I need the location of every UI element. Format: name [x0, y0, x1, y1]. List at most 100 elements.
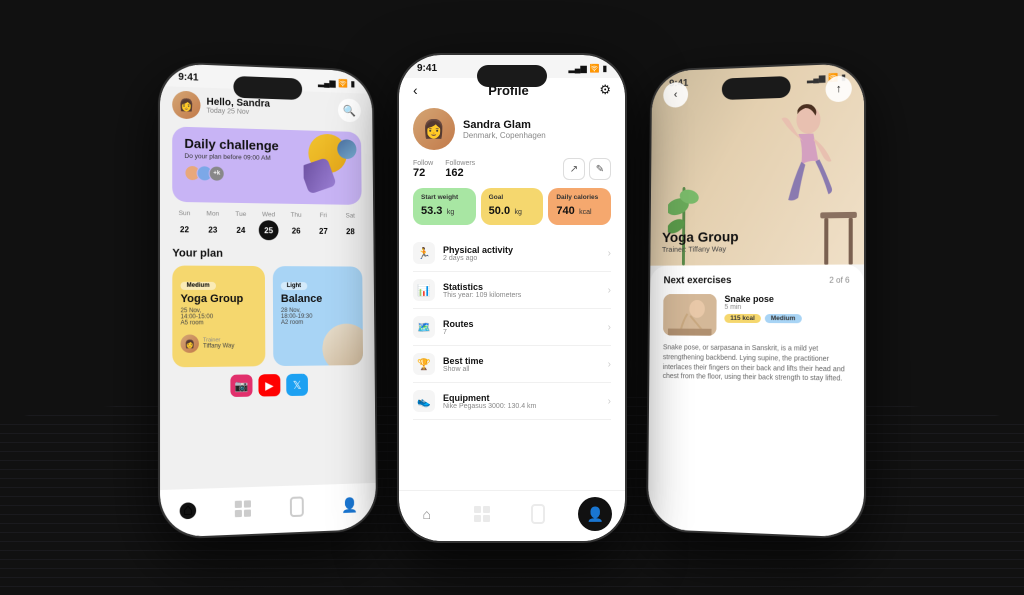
menu-item-equipment[interactable]: 👟 Equipment Nike Pegasus 3000: 130.4 km …: [413, 383, 611, 420]
bottom-nav-home: ⌂ 👤: [160, 482, 376, 537]
day-fri[interactable]: Fri27: [314, 212, 334, 241]
nav-home[interactable]: ⌂: [172, 494, 203, 526]
exercise-description: Snake pose, or sarpasana in Sanskrit, is…: [663, 343, 850, 385]
instagram-icon[interactable]: 📷: [230, 374, 252, 397]
user-avatar[interactable]: 👩: [172, 90, 200, 119]
status-icons-home: ▂▄▆ 🛜 ▮: [318, 78, 355, 88]
metric-goal: Goal 50.0 kg: [481, 188, 544, 225]
activity-content: Physical activity 2 days ago: [443, 244, 608, 261]
dynamic-island-yoga: [722, 75, 791, 99]
signal-icon-p: ▂▄▆: [569, 64, 587, 73]
status-icons-profile: ▂▄▆ 🛜 ▮: [569, 64, 607, 73]
metric-calories: Daily calories 740 kcal: [548, 188, 611, 225]
nav-chart-p[interactable]: [523, 499, 553, 529]
person-icon: 👤: [341, 495, 358, 513]
difficulty-tag: Medium: [765, 314, 802, 323]
search-button[interactable]: 🔍: [338, 98, 361, 122]
equipment-title: Equipment: [443, 392, 608, 402]
statistics-content: Statistics This year: 109 kilometers: [443, 281, 608, 298]
plan-card-balance[interactable]: Light Balance 28 Nov, 18:00-19:30 A2 roo…: [273, 266, 363, 366]
day-wed[interactable]: Wed25: [259, 211, 279, 240]
plan-card-time-1: 14:00-15:00: [181, 314, 258, 320]
day-sun[interactable]: Sun22: [174, 209, 194, 238]
exercises-header: Next exercises 2 of 6: [664, 274, 850, 286]
equipment-arrow: ›: [608, 395, 611, 406]
chart-icon: [290, 496, 304, 517]
plan-card-title-2: Balance: [281, 293, 355, 306]
bottom-nav-profile: ⌂ 👤: [399, 490, 625, 541]
metric-label-0: Start weight: [421, 194, 468, 201]
edit-button[interactable]: ✎: [589, 158, 611, 180]
exercise-duration: 5 min: [724, 303, 801, 310]
nav-chart[interactable]: [282, 491, 312, 522]
back-button[interactable]: ‹: [413, 82, 418, 98]
phones-container: 9:41 ▂▄▆ 🛜 ▮ 👩 Hello, Sandra Today 25 No…: [159, 53, 865, 543]
trainer-label: Trainer: [203, 337, 234, 343]
plan-badge-1: Medium: [180, 281, 215, 289]
youtube-icon[interactable]: ▶: [258, 374, 280, 396]
nav-apps-p[interactable]: [467, 499, 497, 529]
chart-icon-p: [531, 504, 545, 524]
equipment-content: Equipment Nike Pegasus 3000: 130.4 km: [443, 392, 608, 409]
day-sat[interactable]: Sat28: [341, 212, 360, 241]
besttime-title: Best time: [443, 355, 608, 365]
wifi-icon-p: 🛜: [590, 64, 600, 73]
besttime-icon: 🏆: [413, 353, 435, 375]
plan-card-yoga[interactable]: Medium Yoga Group 25 Nov, 14:00-15:00 A5…: [172, 265, 265, 367]
day-mon[interactable]: Mon23: [203, 210, 223, 239]
activity-sub: 2 days ago: [443, 254, 608, 261]
profile-avatar: 👩: [413, 108, 455, 150]
stool-decoration: [818, 203, 859, 264]
trainer-name: Tiffany Way: [203, 343, 234, 349]
day-tue[interactable]: Tue24: [231, 210, 251, 239]
greeting: Hello, Sandra Today 25 Nov: [206, 96, 269, 116]
signal-icon: ▂▄▆: [318, 78, 335, 87]
phone-home: 9:41 ▂▄▆ 🛜 ▮ 👩 Hello, Sandra Today 25 No…: [158, 61, 378, 540]
profile-user: 👩 Sandra Glam Denmark, Copenhagen: [413, 108, 611, 150]
yoga-trainer: Trainer: Tiffany Way: [662, 244, 739, 254]
social-icons: 📷 ▶ 𝕏: [172, 372, 363, 397]
menu-item-routes[interactable]: 🗺️ Routes 7 ›: [413, 309, 611, 346]
activity-icon: 🏃: [413, 242, 435, 264]
metric-value-2: 740 kcal: [556, 201, 603, 219]
exercises-title: Next exercises: [664, 275, 732, 286]
nav-person[interactable]: 👤: [335, 489, 364, 520]
routes-title: Routes: [443, 318, 608, 328]
daily-challenge-card[interactable]: Daily challenge Do your plan before 09:0…: [172, 126, 361, 204]
exercise-name: Snake pose: [724, 293, 801, 303]
wifi-icon: 🛜: [338, 79, 348, 88]
menu-item-activity[interactable]: 🏃 Physical activity 2 days ago ›: [413, 235, 611, 272]
follow-label: Follow: [413, 159, 433, 166]
settings-button[interactable]: ⚙: [599, 82, 611, 98]
kcal-tag: 115 kcal: [724, 313, 761, 322]
twitter-icon[interactable]: 𝕏: [286, 373, 308, 395]
nav-home-p[interactable]: ⌂: [412, 499, 442, 529]
statistics-title: Statistics: [443, 281, 608, 291]
plan-card-date-2: 28 Nov,: [281, 308, 355, 314]
profile-user-info: Sandra Glam Denmark, Copenhagen: [463, 118, 546, 139]
status-time-profile: 9:41: [417, 63, 437, 74]
statistics-icon: 📊: [413, 279, 435, 301]
profile-stats: Follow 72 Followers 162 ↗ ✎: [413, 158, 611, 180]
metric-label-1: Goal: [489, 194, 536, 201]
yoga-share-button[interactable]: ↑: [826, 75, 852, 102]
besttime-arrow: ›: [608, 358, 611, 369]
dynamic-island: [233, 75, 302, 99]
nav-person-active[interactable]: 👤: [578, 497, 612, 531]
yoga-content: Next exercises 2 of 6: [648, 264, 864, 537]
exercise-info: Snake pose 5 min 115 kcal Medium: [724, 293, 801, 322]
home-screen: 9:41 ▂▄▆ 🛜 ▮ 👩 Hello, Sandra Today 25 No…: [160, 63, 376, 538]
follow-value: 72: [413, 166, 433, 178]
day-thu[interactable]: Thu26: [286, 211, 306, 240]
profile-screen: 9:41 ▂▄▆ 🛜 ▮ ‹ Profile ⚙ 👩 Sandra Glam: [399, 55, 625, 541]
menu-item-statistics[interactable]: 📊 Statistics This year: 109 kilometers ›: [413, 272, 611, 309]
balance-decoration: [322, 323, 363, 366]
exercise-card[interactable]: Snake pose 5 min 115 kcal Medium: [663, 293, 850, 336]
stat-follow: Follow 72: [413, 159, 433, 178]
signal-icon-y: ▂▄▆: [807, 73, 825, 83]
yoga-group-label: Yoga Group Trainer: Tiffany Way: [662, 228, 739, 253]
plan-card-date-1: 25 Nov,: [181, 308, 258, 314]
menu-item-besttime[interactable]: 🏆 Best time Show all ›: [413, 346, 611, 383]
nav-apps[interactable]: [228, 492, 258, 524]
share-button[interactable]: ↗: [563, 158, 585, 180]
